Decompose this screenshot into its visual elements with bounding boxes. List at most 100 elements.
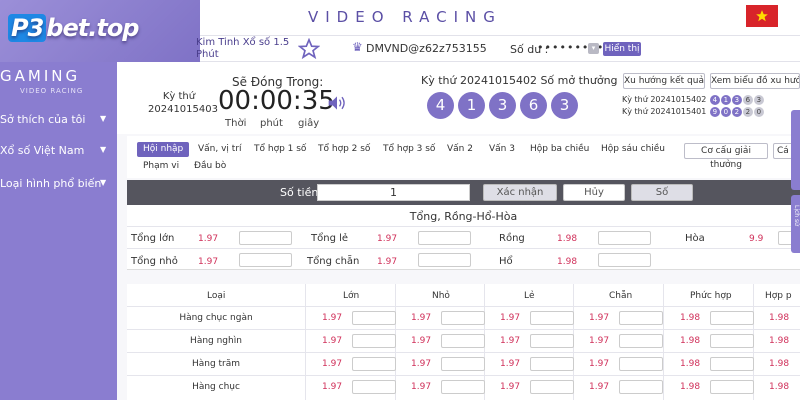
user-crown-icon: ♛: [352, 40, 363, 54]
draw-header: Kỳ thứ 20241015403 Sẽ Đóng Trong: 00:00:…: [117, 62, 800, 134]
bet-input[interactable]: [710, 334, 754, 348]
tab-combo-3[interactable]: Tổ hợp 3 số: [377, 142, 441, 157]
sidebar-item-vietnam-lottery[interactable]: Xổ số Việt Nam ▼: [0, 141, 117, 161]
current-draw: Kỳ thứ 20241015403: [148, 90, 218, 116]
tab-integrated[interactable]: Hội nhập: [137, 142, 190, 157]
divider: [127, 329, 800, 330]
bet-input[interactable]: [598, 253, 651, 267]
divider: [305, 284, 306, 400]
sidebar-item-favorites[interactable]: Sở thích của tôi ▼: [0, 110, 117, 130]
logo[interactable]: P3 bet.top: [8, 14, 139, 42]
draw-label: Kỳ thứ: [162, 91, 196, 102]
bet-input[interactable]: [710, 311, 754, 325]
tab-combo-1[interactable]: Tổ hợp 1 số: [248, 142, 312, 157]
bet-input[interactable]: [239, 231, 292, 245]
prize-structure-button[interactable]: Cơ cấu giải thưởng: [684, 143, 768, 170]
cell-label: Rồng: [499, 233, 525, 244]
cell-label: Tổng nhỏ: [131, 256, 178, 267]
game-title: Kim Tinh Xổ số 1.5 Phút: [196, 37, 290, 60]
bet-input[interactable]: [619, 357, 663, 371]
result-ball: 6: [520, 92, 547, 119]
tab-position[interactable]: Vấn, vị trí: [192, 142, 248, 157]
right-side-tab[interactable]: [791, 110, 800, 190]
cell-odds: 1.98: [557, 257, 578, 267]
bet-input[interactable]: [239, 253, 292, 267]
cell-label: Tổng lớn: [131, 233, 175, 244]
divider: [127, 375, 800, 376]
cell-odds: 1.97: [322, 382, 343, 392]
cell-odds: 1.97: [500, 382, 521, 392]
history-label: Kỳ thứ 20241015402: [622, 95, 707, 104]
show-balance-button[interactable]: Hiển thị: [603, 42, 641, 56]
bet-input[interactable]: [441, 311, 485, 325]
bet-input[interactable]: [352, 334, 396, 348]
logo-banner: P3 bet.top: [0, 0, 200, 62]
cell-odds: 1.98: [769, 336, 790, 346]
tab-range[interactable]: Phạm vi: [137, 159, 185, 174]
divider: [127, 226, 800, 227]
table-header: Hợp p: [765, 291, 792, 301]
cell-odds: 1.97: [411, 336, 432, 346]
cell-odds: 9.9: [749, 234, 764, 244]
bet-input[interactable]: [619, 380, 663, 394]
cell-odds: 1.98: [769, 359, 790, 369]
speaker-icon[interactable]: [327, 94, 347, 112]
sidebar-item-popular[interactable]: Loại hình phổ biến ▼: [0, 174, 117, 194]
bet-input[interactable]: [710, 380, 754, 394]
table-header: Chẵn: [609, 291, 633, 301]
number-button[interactable]: Số: [631, 184, 693, 201]
bet-input[interactable]: [530, 357, 574, 371]
amount-input[interactable]: 1: [317, 184, 470, 201]
bet-input[interactable]: [598, 231, 651, 245]
bet-input[interactable]: [441, 380, 485, 394]
countdown-timer: 00:00:35: [218, 86, 335, 116]
sidebar-item-label: Xổ số Việt Nam: [0, 144, 85, 157]
balance-value: ••••••••••: [537, 41, 612, 54]
cell-label: Hổ: [499, 256, 513, 267]
cell-odds: 1.98: [680, 382, 701, 392]
trend-chart-button[interactable]: Xem biểu đồ xu hướng: [710, 73, 800, 89]
chevron-down-icon: ▼: [100, 114, 107, 123]
bet-input[interactable]: [441, 357, 485, 371]
chevron-down-icon: ▼: [100, 145, 107, 154]
cell-odds: 1.97: [198, 257, 219, 267]
cell-odds: 1.97: [589, 382, 610, 392]
favorite-star-icon[interactable]: [298, 38, 320, 60]
confirm-bet-button[interactable]: Xác nhận cược: [483, 184, 557, 213]
history-row: Kỳ thứ 20241015402 41363: [622, 95, 764, 105]
result-title: Kỳ thứ 20241015402 Số mở thưởng: [421, 74, 618, 87]
history-ball: 9: [709, 107, 720, 117]
bet-input[interactable]: [441, 334, 485, 348]
history-ball: 4: [709, 95, 720, 105]
history-row: Kỳ thứ 20241015401 90220: [622, 107, 764, 117]
tab-box-3[interactable]: Hộp ba chiều: [524, 142, 595, 157]
bet-input[interactable]: [530, 311, 574, 325]
bet-input[interactable]: [530, 334, 574, 348]
section-title: Tổng, Rồng-Hổ-Hòa: [409, 210, 518, 223]
bet-input[interactable]: [619, 334, 663, 348]
tab-combo-2[interactable]: Tổ hợp 2 số: [312, 142, 376, 157]
cell-odds: 1.98: [680, 313, 701, 323]
bet-input[interactable]: [619, 311, 663, 325]
bet-input[interactable]: [530, 380, 574, 394]
bet-input[interactable]: [418, 231, 471, 245]
tab-van-2[interactable]: Vấn 2: [441, 142, 479, 157]
bet-input[interactable]: [352, 380, 396, 394]
toggle-balance-icon[interactable]: ▾: [588, 43, 599, 54]
bet-input[interactable]: [710, 357, 754, 371]
tab-van-3[interactable]: Vấn 3: [483, 142, 521, 157]
bet-input[interactable]: [352, 311, 396, 325]
right-tab-label: Lịch sử: [793, 205, 800, 226]
divider: [127, 248, 800, 249]
table-header: Lẻ: [524, 291, 535, 301]
bet-input[interactable]: [352, 357, 396, 371]
unit-second: giây: [298, 118, 320, 129]
trend-result-button[interactable]: Xu hướng kết quả: [623, 73, 705, 89]
cancel-button[interactable]: Hủy: [563, 184, 625, 201]
flag-vietnam-icon[interactable]: [746, 5, 778, 27]
history-ball: 3: [731, 95, 742, 105]
tab-bull-head[interactable]: Đầu bò: [188, 159, 232, 174]
bet-input[interactable]: [418, 253, 471, 267]
cell-odds: 1.98: [769, 382, 790, 392]
tab-box-6[interactable]: Hộp sáu chiều: [595, 142, 671, 157]
